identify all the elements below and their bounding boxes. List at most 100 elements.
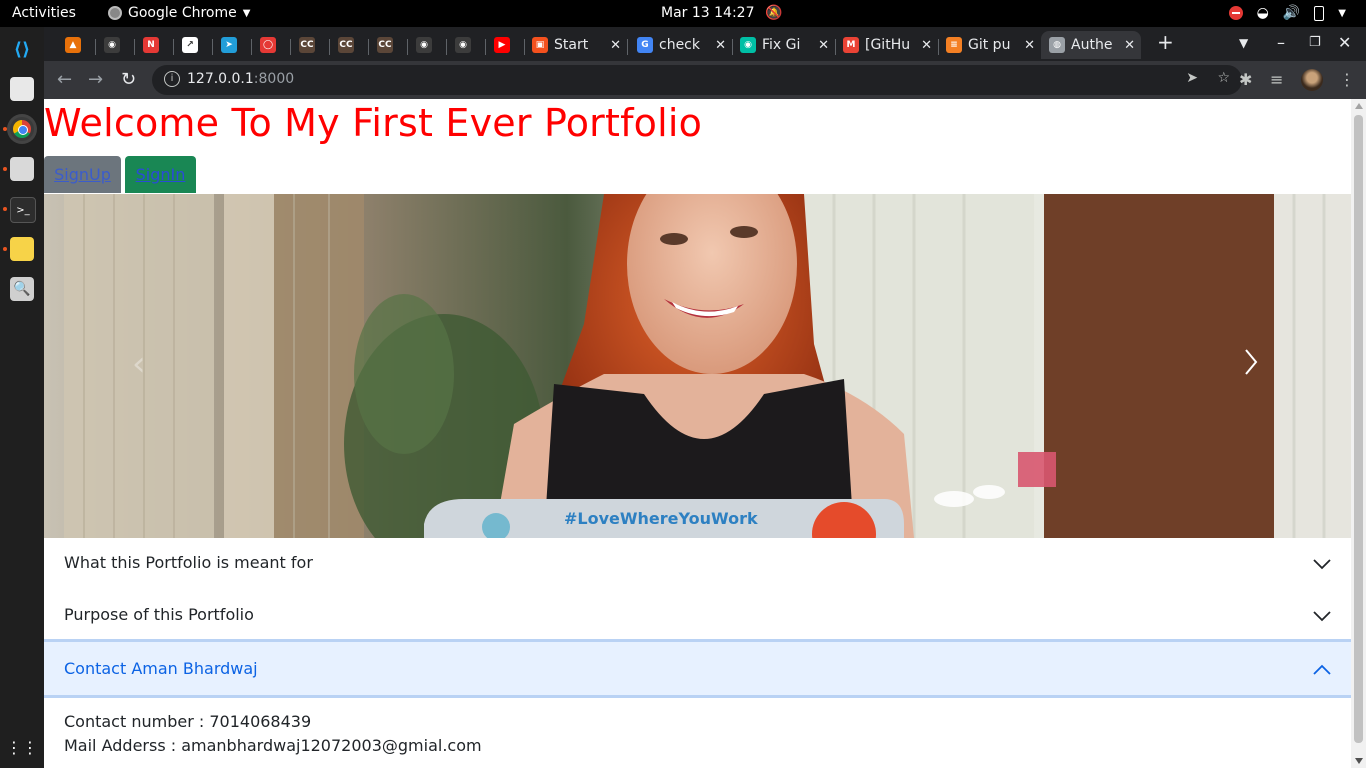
tab-1[interactable]: ◉ bbox=[96, 31, 134, 59]
terminal-icon[interactable]: >_ bbox=[10, 197, 36, 223]
tab-17[interactable]: ◍ Authe ✕ bbox=[1041, 31, 1141, 59]
google-icon: G bbox=[637, 37, 653, 53]
telegram-icon: ➤ bbox=[221, 37, 237, 53]
contact-mail: Mail Adderss : amanbhardwaj12072003@gmia… bbox=[64, 736, 482, 755]
tab-13[interactable]: Gcheck ✕ bbox=[629, 31, 732, 59]
accordion-item-meant-for[interactable]: What this Portfolio is meant for bbox=[44, 538, 1351, 590]
laptop-sticker-text: #LoveWhereYouWork bbox=[564, 509, 758, 528]
tab-title: Fix Gi bbox=[762, 37, 801, 53]
notifications-muted-icon: 🔕 bbox=[764, 5, 783, 21]
tab-strip: + ▼ – ❐ ✕ ▲ ◉ N ↗ ➤ ◯ CC CC CC ◉ ◉ ▶ ▣ Start ✕ Gcheck ✕ ◉… bbox=[44, 27, 1366, 61]
vscode-icon[interactable]: ⟨⟩ bbox=[10, 37, 34, 61]
accordion-item-purpose[interactable]: Purpose of this Portfolio bbox=[44, 590, 1351, 639]
extension-fox-icon: ▲ bbox=[65, 37, 81, 53]
tab-16[interactable]: ≡ Git pu ✕ bbox=[938, 31, 1041, 59]
system-top-bar: Activities Google Chrome ▼ Mar 13 14:27 … bbox=[0, 0, 1366, 27]
tab-11[interactable]: ▶ bbox=[486, 31, 524, 59]
send-tab-icon[interactable]: ➤ bbox=[1186, 70, 1198, 86]
volume-icon: 🔊 bbox=[1282, 5, 1301, 21]
carousel-prev-icon[interactable]: ‹ bbox=[132, 344, 146, 384]
close-tab-icon[interactable]: ✕ bbox=[715, 38, 726, 53]
tab-4[interactable]: ➤ bbox=[213, 31, 251, 59]
running-indicator bbox=[3, 207, 7, 211]
tab-7[interactable]: CC bbox=[330, 31, 368, 59]
accordion-item-contact[interactable]: Contact Aman Bhardwaj bbox=[44, 639, 1351, 698]
tab-14[interactable]: ◉ Fix Gi ✕ bbox=[732, 31, 835, 59]
system-tray[interactable]: ◒ 🔊 ▼ bbox=[1228, 5, 1346, 21]
github-icon: ◉ bbox=[455, 37, 471, 53]
chevron-down-icon: ▼ bbox=[1338, 7, 1346, 19]
minimize-button[interactable]: – bbox=[1277, 33, 1285, 52]
close-tab-icon[interactable]: ✕ bbox=[921, 38, 932, 53]
codechef-icon: CC bbox=[377, 37, 393, 53]
contact-number: Contact number : 7014068439 bbox=[64, 712, 312, 731]
text-editor-icon[interactable] bbox=[10, 77, 34, 101]
show-applications-icon[interactable]: ⋮⋮ bbox=[6, 735, 38, 759]
chevron-up-icon bbox=[1313, 664, 1331, 675]
tab-8[interactable]: CC bbox=[369, 31, 407, 59]
close-tab-icon[interactable]: ✕ bbox=[1124, 38, 1135, 53]
stackoverflow-icon: ≡ bbox=[946, 37, 962, 53]
chrome-icon bbox=[108, 6, 122, 20]
new-tab-button[interactable]: + bbox=[1157, 30, 1174, 54]
youtube-icon: ▶ bbox=[494, 37, 510, 53]
scrollbar-thumb[interactable] bbox=[1354, 115, 1363, 743]
signin-button[interactable]: SignIn bbox=[125, 156, 196, 193]
accordion-header[interactable]: Purpose of this Portfolio bbox=[64, 605, 254, 624]
tab-title: Git pu bbox=[968, 37, 1011, 53]
site-info-icon[interactable]: i bbox=[164, 71, 180, 87]
files-icon[interactable] bbox=[10, 157, 34, 181]
tab-title: [GitHu bbox=[865, 37, 911, 53]
sticky-notes-icon[interactable] bbox=[10, 237, 34, 261]
dock: ⟨⟩ >_ 🔍 ⋮⋮ bbox=[0, 27, 44, 768]
running-indicator bbox=[3, 247, 7, 251]
address-bar[interactable]: i 127.0.0.1:8000 ➤ ☆ bbox=[152, 65, 1242, 95]
github-icon: ◉ bbox=[416, 37, 432, 53]
tab-0[interactable]: ▲ bbox=[57, 31, 95, 59]
close-tab-icon[interactable]: ✕ bbox=[610, 38, 621, 53]
accordion-header[interactable]: Contact Aman Bhardwaj bbox=[64, 659, 258, 678]
tab-3[interactable]: ↗ bbox=[174, 31, 212, 59]
caret-down-icon: ▼ bbox=[242, 7, 251, 19]
tab-2[interactable]: N bbox=[135, 31, 173, 59]
reload-button[interactable]: ↻ bbox=[121, 69, 136, 90]
hero-carousel: #LoveWhereYouWork ‹ bbox=[44, 194, 1351, 538]
signup-button[interactable]: SignUp bbox=[44, 156, 121, 193]
page-title: Welcome To My First Ever Portfolio bbox=[44, 101, 703, 145]
tab-search-icon[interactable]: ▼ bbox=[1239, 36, 1248, 50]
forward-button[interactable]: → bbox=[88, 69, 103, 90]
close-window-button[interactable]: ✕ bbox=[1338, 33, 1351, 52]
bookmark-star-icon[interactable]: ☆ bbox=[1217, 70, 1230, 86]
close-tab-icon[interactable]: ✕ bbox=[1024, 38, 1035, 53]
tab-15[interactable]: M [GitHu ✕ bbox=[835, 31, 938, 59]
maximize-button[interactable]: ❐ bbox=[1309, 35, 1321, 50]
app-menu[interactable]: Google Chrome ▼ bbox=[108, 5, 250, 21]
chrome-menu-icon[interactable]: ⋮ bbox=[1339, 70, 1355, 89]
tab-6[interactable]: CC bbox=[291, 31, 329, 59]
activities-button[interactable]: Activities bbox=[12, 5, 76, 21]
carousel-next-icon[interactable] bbox=[1241, 342, 1261, 382]
url-text: 127.0.0.1:8000 bbox=[187, 71, 295, 87]
clock[interactable]: Mar 13 14:27 🔕 bbox=[661, 5, 782, 21]
page-scrollbar[interactable] bbox=[1351, 99, 1366, 768]
codechef-icon: CC bbox=[338, 37, 354, 53]
tab-9[interactable]: ◉ bbox=[408, 31, 446, 59]
tab-5[interactable]: ◯ bbox=[252, 31, 290, 59]
scroll-down-arrow-icon[interactable] bbox=[1355, 758, 1363, 764]
chrome-icon[interactable] bbox=[10, 117, 34, 141]
do-not-disturb-icon bbox=[1228, 6, 1243, 20]
contact-details: Contact number : 7014068439 Mail Adderss… bbox=[64, 710, 482, 758]
media-controls-icon[interactable]: ≡ bbox=[1270, 70, 1283, 89]
extensions-icon[interactable]: ✱ bbox=[1239, 70, 1252, 89]
back-button[interactable]: ← bbox=[57, 69, 72, 90]
tab-10[interactable]: ◉ bbox=[447, 31, 485, 59]
tab-title: Authe bbox=[1071, 37, 1113, 53]
accordion-header[interactable]: What this Portfolio is meant for bbox=[64, 553, 313, 572]
close-tab-icon[interactable]: ✕ bbox=[818, 38, 829, 53]
screenshot-search-icon[interactable]: 🔍 bbox=[10, 277, 34, 301]
gmail-icon: M bbox=[843, 37, 859, 53]
avatar[interactable] bbox=[1301, 69, 1323, 91]
scroll-up-arrow-icon[interactable] bbox=[1355, 103, 1363, 109]
tab-12[interactable]: ▣ Start ✕ bbox=[524, 31, 627, 59]
chart-app-icon: ↗ bbox=[182, 37, 198, 53]
